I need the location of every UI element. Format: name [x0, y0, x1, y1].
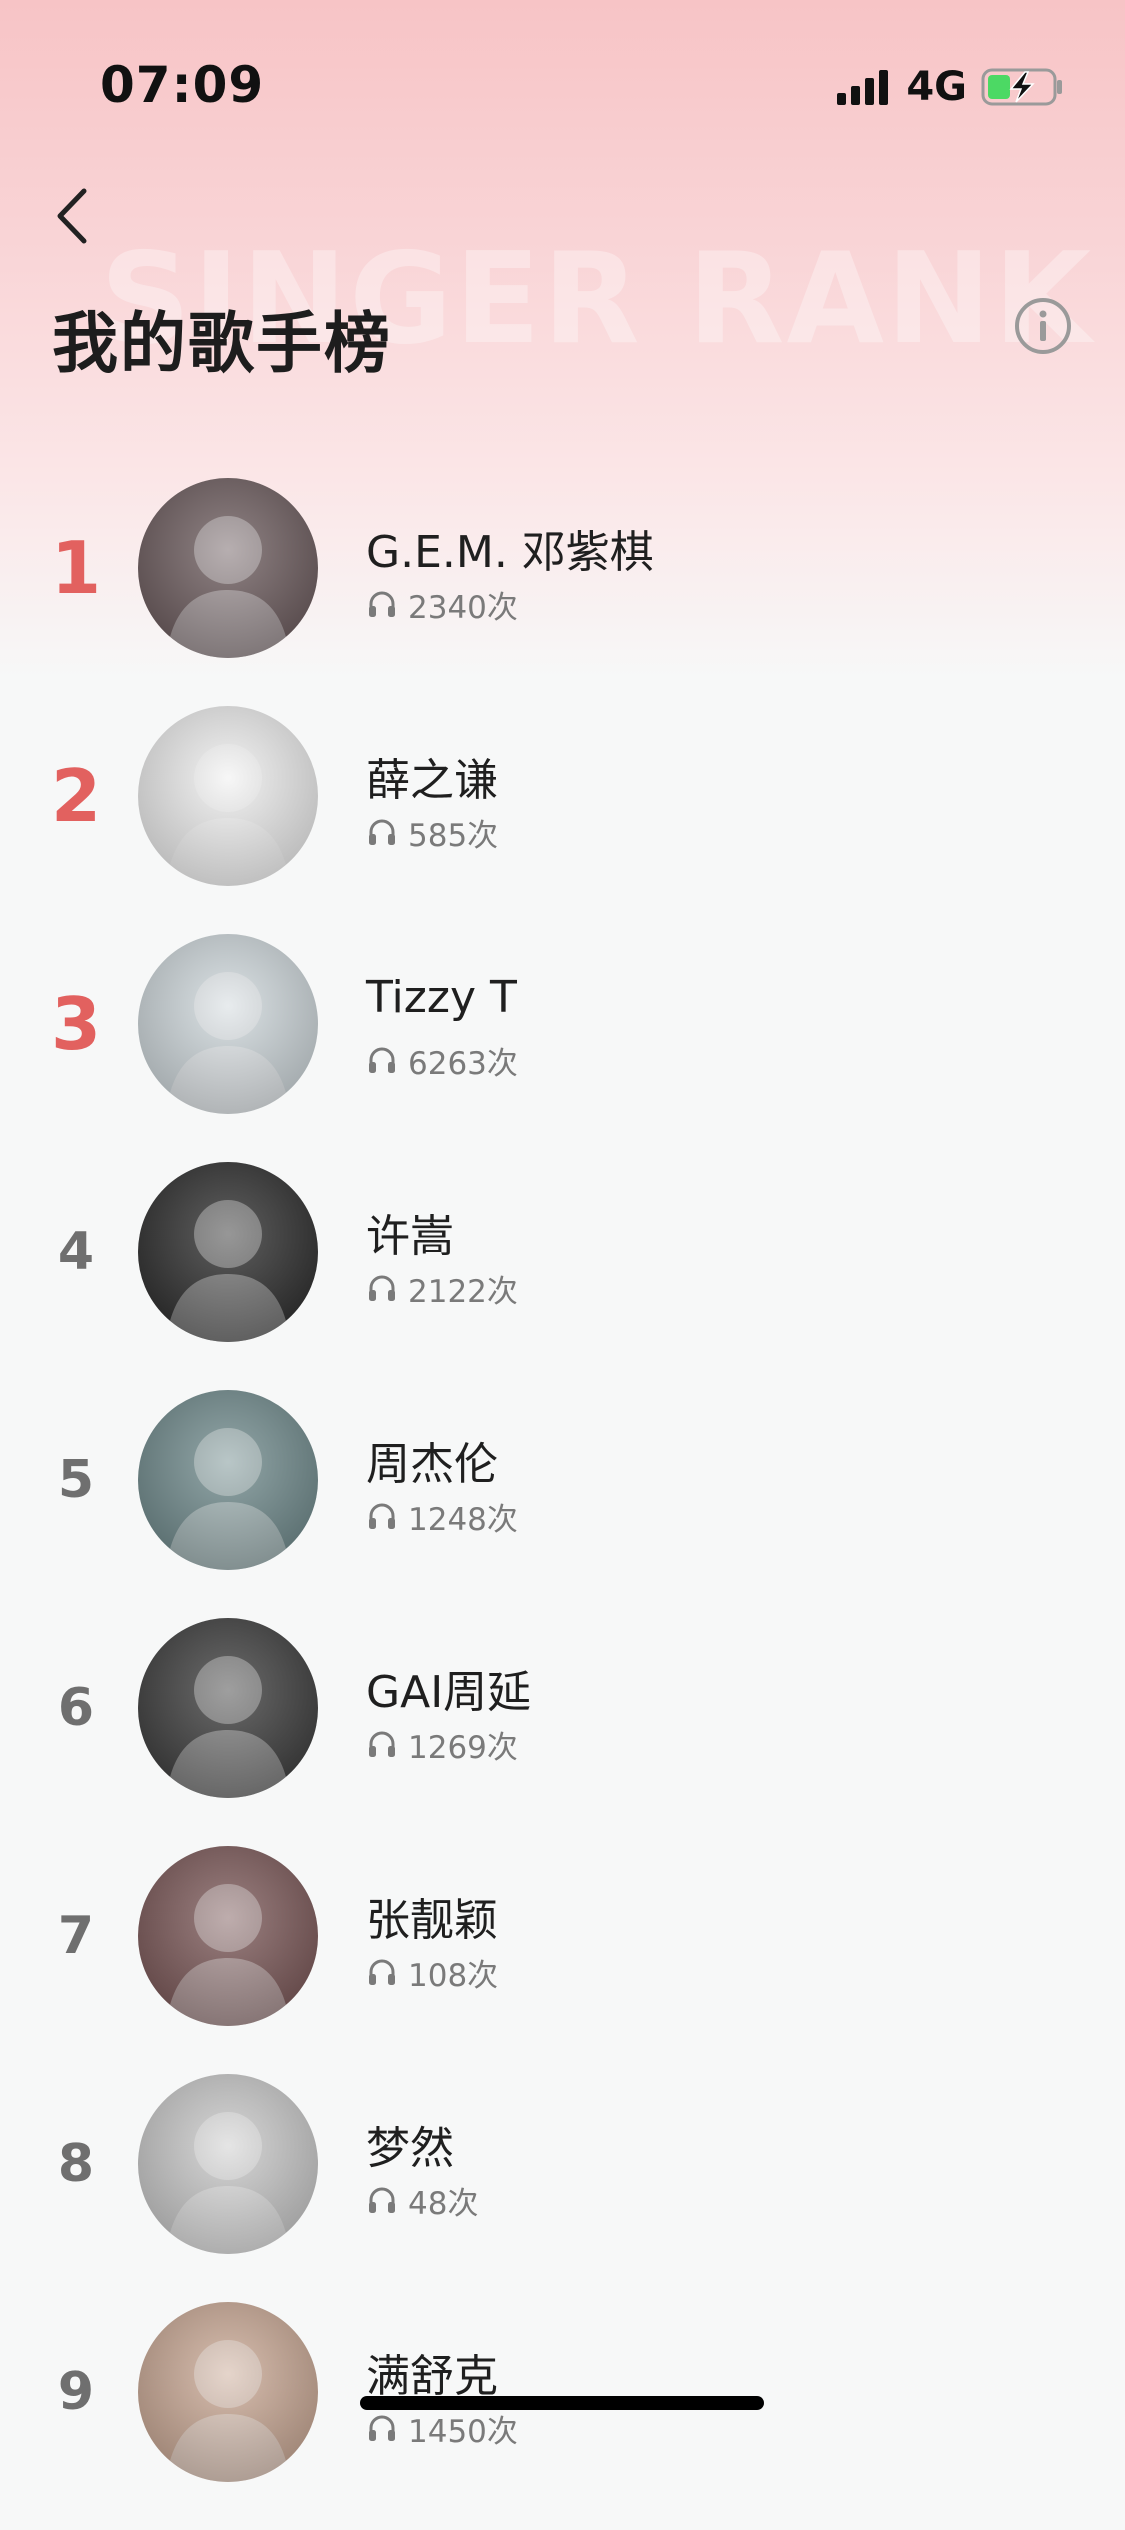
status-bar: 07:09 4G: [0, 0, 1125, 140]
headphone-icon: [369, 1275, 395, 1301]
rank-number: 7: [57, 1906, 95, 1966]
home-indicator: [360, 2396, 764, 2410]
signal-icon: [837, 69, 889, 105]
status-indicators: 4G: [837, 62, 1065, 112]
rank-list-item[interactable]: 3 Tizzy T 6263次: [0, 934, 1125, 1162]
avatar-silhouette-icon: [138, 2302, 318, 2482]
headphone-icon: [369, 1503, 395, 1529]
headphone-icon: [369, 1731, 395, 1757]
singer-avatar[interactable]: [138, 1162, 318, 1342]
avatar-silhouette-icon: [138, 934, 318, 1114]
rank-number: 8: [57, 2134, 95, 2194]
rank-number: 2: [50, 754, 102, 838]
avatar-silhouette-icon: [138, 1390, 318, 1570]
rank-list-item[interactable]: 7 张靓颖 108次: [0, 1846, 1125, 2074]
singer-name: GAI周延: [366, 1667, 532, 1718]
singer-name: Tizzy T: [366, 972, 517, 1023]
rank-number: 5: [57, 1450, 95, 1510]
play-count: 585次: [408, 817, 499, 854]
headphone-icon: [369, 2187, 395, 2213]
play-count: 48次: [408, 2185, 479, 2222]
play-count-info: 48次: [366, 2180, 479, 2222]
rank-list-item[interactable]: 8 梦然 48次: [0, 2074, 1125, 2302]
play-count-info: 585次: [366, 812, 499, 854]
rank-number: 3: [50, 982, 102, 1066]
singer-avatar[interactable]: [138, 1846, 318, 2026]
singer-avatar[interactable]: [138, 934, 318, 1114]
rank-number: 9: [57, 2362, 95, 2422]
singer-avatar[interactable]: [138, 2302, 318, 2482]
avatar-silhouette-icon: [138, 706, 318, 886]
headphone-icon: [369, 1959, 395, 1985]
singer-name: 张靓颖: [366, 1895, 498, 1946]
rank-number: 6: [57, 1678, 95, 1738]
headphone-icon: [369, 2415, 395, 2441]
play-count-info: 1450次: [366, 2408, 518, 2450]
rank-list-item[interactable]: 9 满舒克 1450次: [0, 2302, 1125, 2530]
status-time: 07:09: [100, 56, 265, 114]
chevron-left-icon: [57, 188, 87, 244]
play-count-info: 6263次: [366, 1040, 518, 1082]
play-count: 2122次: [408, 1273, 518, 1310]
play-count: 1248次: [408, 1501, 518, 1538]
singer-name: G.E.M. 邓紫棋: [366, 527, 654, 578]
play-count: 2340次: [408, 589, 518, 626]
play-count: 6263次: [408, 1045, 518, 1082]
play-count: 1269次: [408, 1729, 518, 1766]
singer-name: 满舒克: [366, 2351, 498, 2402]
network-label: 4G: [906, 64, 967, 110]
singer-name: 梦然: [366, 2123, 454, 2174]
singer-avatar[interactable]: [138, 478, 318, 658]
play-count: 1450次: [408, 2413, 518, 2450]
rank-list-item[interactable]: 1 G.E.M. 邓紫棋 2340次: [0, 478, 1125, 706]
singer-avatar[interactable]: [138, 1618, 318, 1798]
play-count-info: 1248次: [366, 1496, 518, 1538]
play-count-info: 1269次: [366, 1724, 518, 1766]
singer-name: 许嵩: [366, 1211, 454, 1262]
play-count-info: 2122次: [366, 1268, 518, 1310]
info-icon: [1015, 298, 1071, 354]
avatar-silhouette-icon: [138, 1162, 318, 1342]
play-count-info: 108次: [366, 1952, 499, 1994]
play-count: 108次: [408, 1957, 499, 1994]
singer-avatar[interactable]: [138, 1390, 318, 1570]
info-button[interactable]: [1013, 296, 1073, 356]
rank-number: 1: [50, 526, 102, 610]
rank-number: 4: [57, 1222, 95, 1282]
headphone-icon: [369, 819, 395, 845]
avatar-silhouette-icon: [138, 2074, 318, 2254]
singer-avatar[interactable]: [138, 2074, 318, 2254]
back-button[interactable]: [50, 185, 96, 247]
rank-list-item[interactable]: 6 GAI周延 1269次: [0, 1618, 1125, 1846]
singer-name: 周杰伦: [366, 1439, 498, 1490]
page-title: 我的歌手榜: [52, 305, 392, 382]
rank-list-item[interactable]: 2 薛之谦 585次: [0, 706, 1125, 934]
singer-rank-list: 1 G.E.M. 邓紫棋 2340次 2 薛之谦 585次 3 Tizzy T 6263次 4 许嵩…: [0, 478, 1125, 2530]
avatar-silhouette-icon: [138, 1846, 318, 2026]
singer-avatar[interactable]: [138, 706, 318, 886]
play-count-info: 2340次: [366, 584, 518, 626]
rank-list-item[interactable]: 4 许嵩 2122次: [0, 1162, 1125, 1390]
rank-list-item[interactable]: 5 周杰伦 1248次: [0, 1390, 1125, 1618]
singer-name: 薛之谦: [366, 755, 498, 806]
battery-charging-icon: [981, 68, 1062, 106]
avatar-silhouette-icon: [138, 478, 318, 658]
headphone-icon: [369, 1047, 395, 1073]
headphone-icon: [369, 591, 395, 617]
avatar-silhouette-icon: [138, 1618, 318, 1798]
